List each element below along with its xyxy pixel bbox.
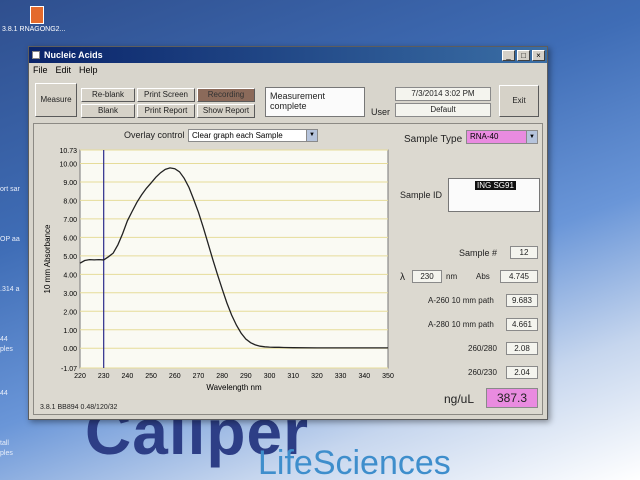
sample-id-value: ING SG91: [475, 181, 516, 190]
abs-value: 4.745: [500, 270, 538, 283]
wallpaper-brand-sub: LifeSciences: [258, 444, 451, 480]
x-tick-label: 350: [382, 373, 394, 380]
status-message: Measurement complete: [265, 87, 365, 117]
datetime-display: 7/3/2014 3:02 PM: [395, 87, 491, 101]
desktop-label[interactable]: 44: [0, 390, 8, 397]
nucleic-acids-window: Nucleic Acids _ □ × File Edit Help Measu…: [28, 46, 548, 420]
menu-edit[interactable]: Edit: [56, 65, 72, 75]
y-tick-label: 1.00: [63, 328, 77, 335]
a280-label: A-280 10 mm path: [428, 320, 494, 329]
desktop-label[interactable]: ples: [0, 346, 13, 353]
abs-label: Abs: [476, 272, 490, 281]
sample-id-label: Sample ID: [400, 190, 443, 200]
app-icon: [32, 51, 40, 59]
chevron-down-icon[interactable]: ▼: [306, 130, 317, 141]
sample-number-value: 12: [510, 246, 538, 259]
x-tick-label: 320: [311, 373, 323, 380]
x-tick-label: 260: [169, 373, 181, 380]
overlay-control-label: Overlay control: [124, 130, 185, 140]
ratio-260-230-value: 2.04: [506, 366, 538, 379]
x-tick-label: 250: [145, 373, 157, 380]
y-tick-label: 8.00: [63, 198, 77, 205]
sample-type-value: RNA-40: [470, 132, 499, 141]
recording-button[interactable]: Recording: [197, 88, 255, 102]
user-display: Default: [395, 103, 491, 117]
lambda-input[interactable]: 230: [412, 270, 442, 283]
desktop-label[interactable]: .314 a: [0, 286, 19, 293]
a260-value: 9.683: [506, 294, 538, 307]
file-icon[interactable]: [30, 6, 44, 24]
x-tick-label: 340: [358, 373, 370, 380]
sample-type-select[interactable]: RNA-40 ▼: [466, 130, 538, 144]
window-title: Nucleic Acids: [44, 50, 103, 60]
ratio-260-230-label: 260/230: [468, 368, 497, 377]
measure-button[interactable]: Measure: [35, 83, 77, 117]
concentration-label: ng/uL: [444, 392, 475, 406]
menu-file[interactable]: File: [33, 65, 48, 75]
reblank-button[interactable]: Re-blank: [81, 88, 135, 102]
desktop-label[interactable]: ples: [0, 450, 13, 457]
ratio-260-280-label: 260/280: [468, 344, 497, 353]
show-report-button[interactable]: Show Report: [197, 104, 255, 118]
y-tick-label: -1.07: [61, 366, 77, 373]
concentration-value: 387.3: [486, 388, 538, 408]
exit-button[interactable]: Exit: [499, 85, 539, 117]
lambda-unit: nm: [446, 272, 458, 281]
x-tick-label: 290: [240, 373, 252, 380]
x-tick-label: 280: [216, 373, 228, 380]
ratio-260-280-value: 2.08: [506, 342, 538, 355]
a260-label: A-260 10 mm path: [428, 296, 494, 305]
maximize-button[interactable]: □: [517, 49, 530, 61]
close-button[interactable]: ×: [532, 49, 545, 61]
overlay-select[interactable]: Clear graph each Sample ▼: [188, 129, 318, 142]
title-bar[interactable]: Nucleic Acids _ □ ×: [29, 47, 547, 63]
lambda-symbol: λ: [400, 272, 405, 283]
desktop-file-label[interactable]: 3.8.1 RNAGONG2...: [2, 26, 65, 33]
y-tick-label: 10.00: [59, 161, 77, 168]
print-screen-button[interactable]: Print Screen: [137, 88, 195, 102]
menu-help[interactable]: Help: [79, 65, 98, 75]
x-tick-label: 300: [264, 373, 276, 380]
version-text: 3.8.1 BB894 0.48/120/32: [40, 404, 118, 411]
plot-area: [79, 149, 389, 369]
y-tick-label: 9.00: [63, 180, 77, 187]
absorbance-chart: -1.07 0.00 1.00 2.00 3.00 4.00 5.00 6.00 7.00 8.0…: [43, 148, 394, 392]
y-tick-label: 5.00: [63, 254, 77, 261]
print-report-button[interactable]: Print Report: [137, 104, 195, 118]
user-label: User: [371, 107, 391, 117]
chevron-down-icon[interactable]: ▼: [526, 131, 537, 143]
x-tick-label: 240: [122, 373, 134, 380]
a280-value: 4.661: [506, 318, 538, 331]
main-panel: Overlay control Clear graph each Sample …: [33, 123, 543, 415]
minimize-button[interactable]: _: [502, 49, 515, 61]
desktop-label[interactable]: tall: [0, 440, 9, 447]
y-tick-label: 3.00: [63, 291, 77, 298]
menu-bar: File Edit Help: [29, 63, 547, 77]
sample-type-label: Sample Type: [404, 134, 463, 145]
y-tick-label: 2.00: [63, 309, 77, 316]
x-tick-label: 220: [74, 373, 86, 380]
desktop-label[interactable]: 44: [0, 336, 8, 343]
overlay-select-value: Clear graph each Sample: [192, 131, 283, 140]
sample-id-field[interactable]: ING SG91: [448, 178, 540, 212]
sample-number-label: Sample #: [459, 248, 498, 258]
x-tick-label: 310: [287, 373, 299, 380]
x-tick-label: 230: [98, 373, 110, 380]
desktop-label[interactable]: OP aa: [0, 236, 20, 243]
x-tick-label: 330: [335, 373, 347, 380]
y-axis-label: 10 mm Absorbance: [43, 224, 52, 293]
y-tick-label: 6.00: [63, 235, 77, 242]
y-tick-label: 7.00: [63, 217, 77, 224]
desktop-label[interactable]: ort sar: [0, 186, 20, 193]
y-tick-label: 4.00: [63, 272, 77, 279]
graph-area: Overlay control Clear graph each Sample …: [42, 129, 396, 398]
y-tick-label: 0.00: [63, 346, 77, 353]
y-tick-label: 10.73: [59, 148, 77, 155]
blank-button[interactable]: Blank: [81, 104, 135, 118]
x-axis-label: Wavelength nm: [206, 383, 262, 392]
x-tick-label: 270: [193, 373, 205, 380]
